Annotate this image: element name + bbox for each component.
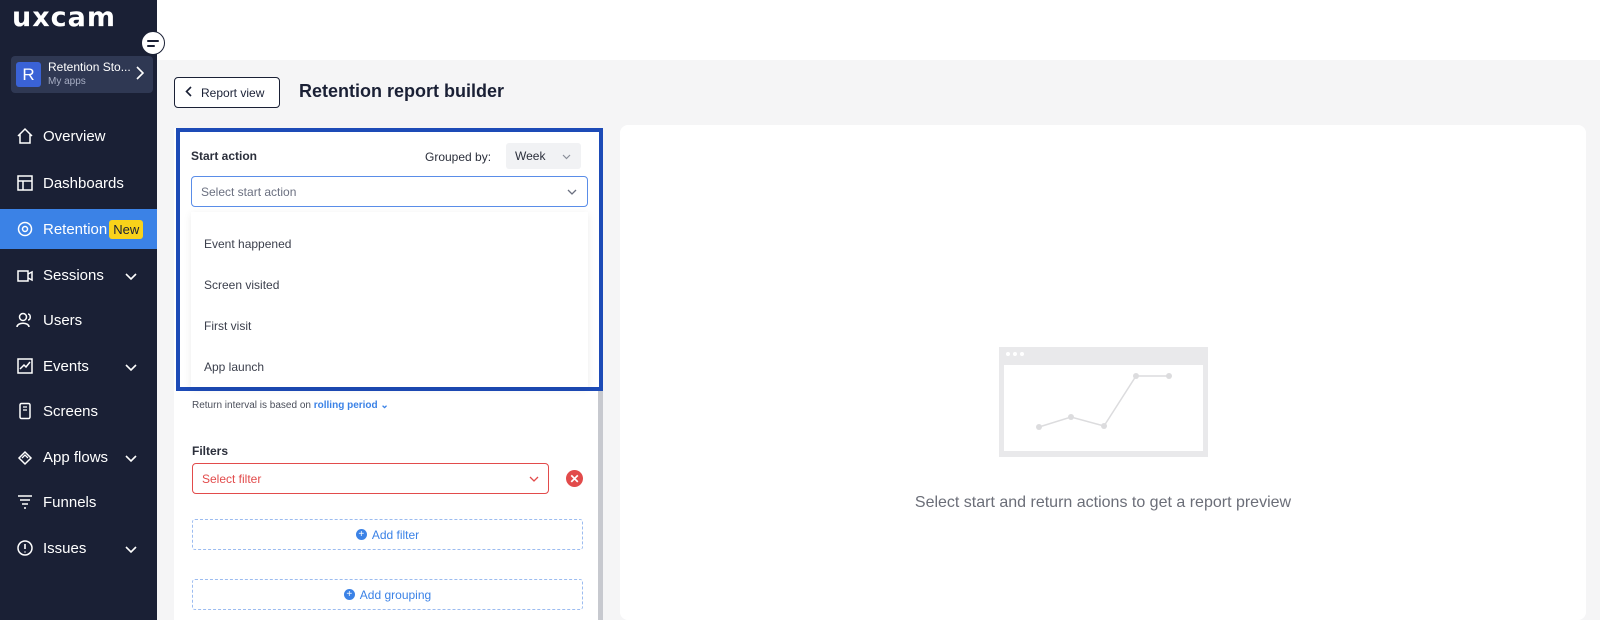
sidebar-item-overview[interactable]: Overview	[0, 116, 157, 156]
start-action-section: Start action Grouped by: Week Select sta…	[176, 128, 603, 391]
sidebar: uxcam R Retention Sto... My apps Overvie…	[0, 0, 157, 620]
screens-icon	[15, 401, 35, 421]
rolling-period-label: rolling period	[313, 400, 378, 411]
remove-filter-icon[interactable]: ✕	[566, 470, 583, 487]
chevron-left-icon	[185, 85, 192, 100]
sidebar-item-label: Overview	[43, 127, 106, 145]
dropdown-option-screen-visited[interactable]: Screen visited	[204, 278, 279, 292]
sidebar-item-label: Issues	[43, 539, 87, 557]
retention-icon	[15, 219, 35, 239]
sidebar-item-label: App flows	[43, 448, 109, 466]
sidebar-item-label: Users	[43, 311, 83, 329]
top-bar	[157, 0, 1600, 60]
preview-empty-message: Select start and return actions to get a…	[914, 494, 1292, 511]
home-icon	[15, 126, 35, 146]
start-action-select[interactable]: Select start action	[191, 176, 588, 207]
sidebar-item-label: Dashboards	[43, 174, 124, 192]
empty-chart-illustration-icon	[999, 347, 1208, 462]
app-name: Retention Sto...	[48, 60, 131, 74]
sidebar-item-label: Sessions	[43, 266, 104, 284]
funnel-icon	[15, 492, 35, 512]
sidebar-item-events[interactable]: Events	[0, 346, 157, 386]
uxcam-logo[interactable]: uxcam	[12, 2, 116, 33]
filter-placeholder: Select filter	[202, 471, 262, 486]
sidebar-item-dashboards[interactable]: Dashboards	[0, 163, 157, 203]
dashboard-icon	[15, 173, 35, 193]
collapse-sidebar-button[interactable]	[141, 31, 165, 55]
sidebar-item-sessions[interactable]: Sessions	[0, 255, 157, 295]
grouped-by-value: Week	[515, 149, 546, 163]
users-icon	[15, 310, 35, 330]
sidebar-item-label: Screens	[43, 402, 99, 420]
events-icon	[15, 356, 35, 376]
issues-icon	[15, 538, 35, 558]
dropdown-option-first-visit[interactable]: First visit	[204, 319, 251, 333]
app-flows-icon	[15, 447, 35, 467]
sidebar-item-users[interactable]: Users	[0, 300, 157, 340]
chevron-down-icon	[125, 541, 137, 558]
report-view-label: Report view	[201, 85, 265, 100]
app-avatar: R	[16, 62, 41, 87]
dropdown-option-event-happened[interactable]: Event happened	[204, 237, 291, 251]
add-grouping-label: Add grouping	[359, 587, 432, 602]
chevron-down-icon	[125, 450, 137, 467]
add-grouping-button[interactable]: + Add grouping	[192, 579, 583, 610]
filters-label: Filters	[192, 444, 229, 458]
scrollbar[interactable]	[598, 380, 603, 620]
plus-icon: +	[355, 529, 367, 540]
return-interval-label: Return interval is based on	[192, 400, 311, 411]
start-action-label: Start action	[191, 149, 258, 163]
start-action-placeholder: Select start action	[201, 184, 297, 199]
grouped-by-select[interactable]: Week	[506, 143, 581, 169]
chevron-right-icon	[136, 66, 145, 83]
chevron-down-icon	[562, 149, 571, 163]
sidebar-item-retention[interactable]: Retention New	[0, 209, 157, 249]
chevron-down-icon	[567, 185, 577, 199]
sidebar-item-app-flows[interactable]: App flows	[0, 437, 157, 477]
plus-icon: +	[343, 589, 355, 600]
sessions-icon	[15, 265, 35, 285]
return-interval-text: Return interval is based on rolling peri…	[192, 400, 389, 411]
add-filter-button[interactable]: + Add filter	[192, 519, 583, 550]
sidebar-item-label: Retention	[43, 220, 108, 238]
chevron-down-icon	[125, 268, 137, 285]
sidebar-item-issues[interactable]: Issues	[0, 528, 157, 568]
dropdown-option-app-launch[interactable]: App launch	[204, 360, 264, 374]
filter-select[interactable]: Select filter	[192, 463, 549, 494]
start-action-dropdown: Event happened Screen visited First visi…	[191, 212, 588, 387]
chevron-down-icon	[529, 472, 539, 486]
grouped-by-label: Grouped by:	[425, 150, 492, 164]
app-subtitle: My apps	[48, 76, 86, 87]
add-filter-label: Add filter	[371, 527, 420, 542]
page-title: Retention report builder	[299, 81, 505, 101]
sidebar-item-screens[interactable]: Screens	[0, 391, 157, 431]
new-badge: New	[109, 219, 144, 239]
app-switcher[interactable]: R Retention Sto... My apps	[11, 56, 153, 93]
chevron-down-icon	[125, 359, 137, 376]
rolling-period-link[interactable]: rolling period ⌄	[314, 400, 389, 411]
sidebar-item-label: Funnels	[43, 493, 97, 511]
sidebar-item-funnels[interactable]: Funnels	[0, 482, 157, 522]
report-view-button[interactable]: Report view	[174, 77, 280, 108]
sidebar-item-label: Events	[43, 357, 89, 375]
